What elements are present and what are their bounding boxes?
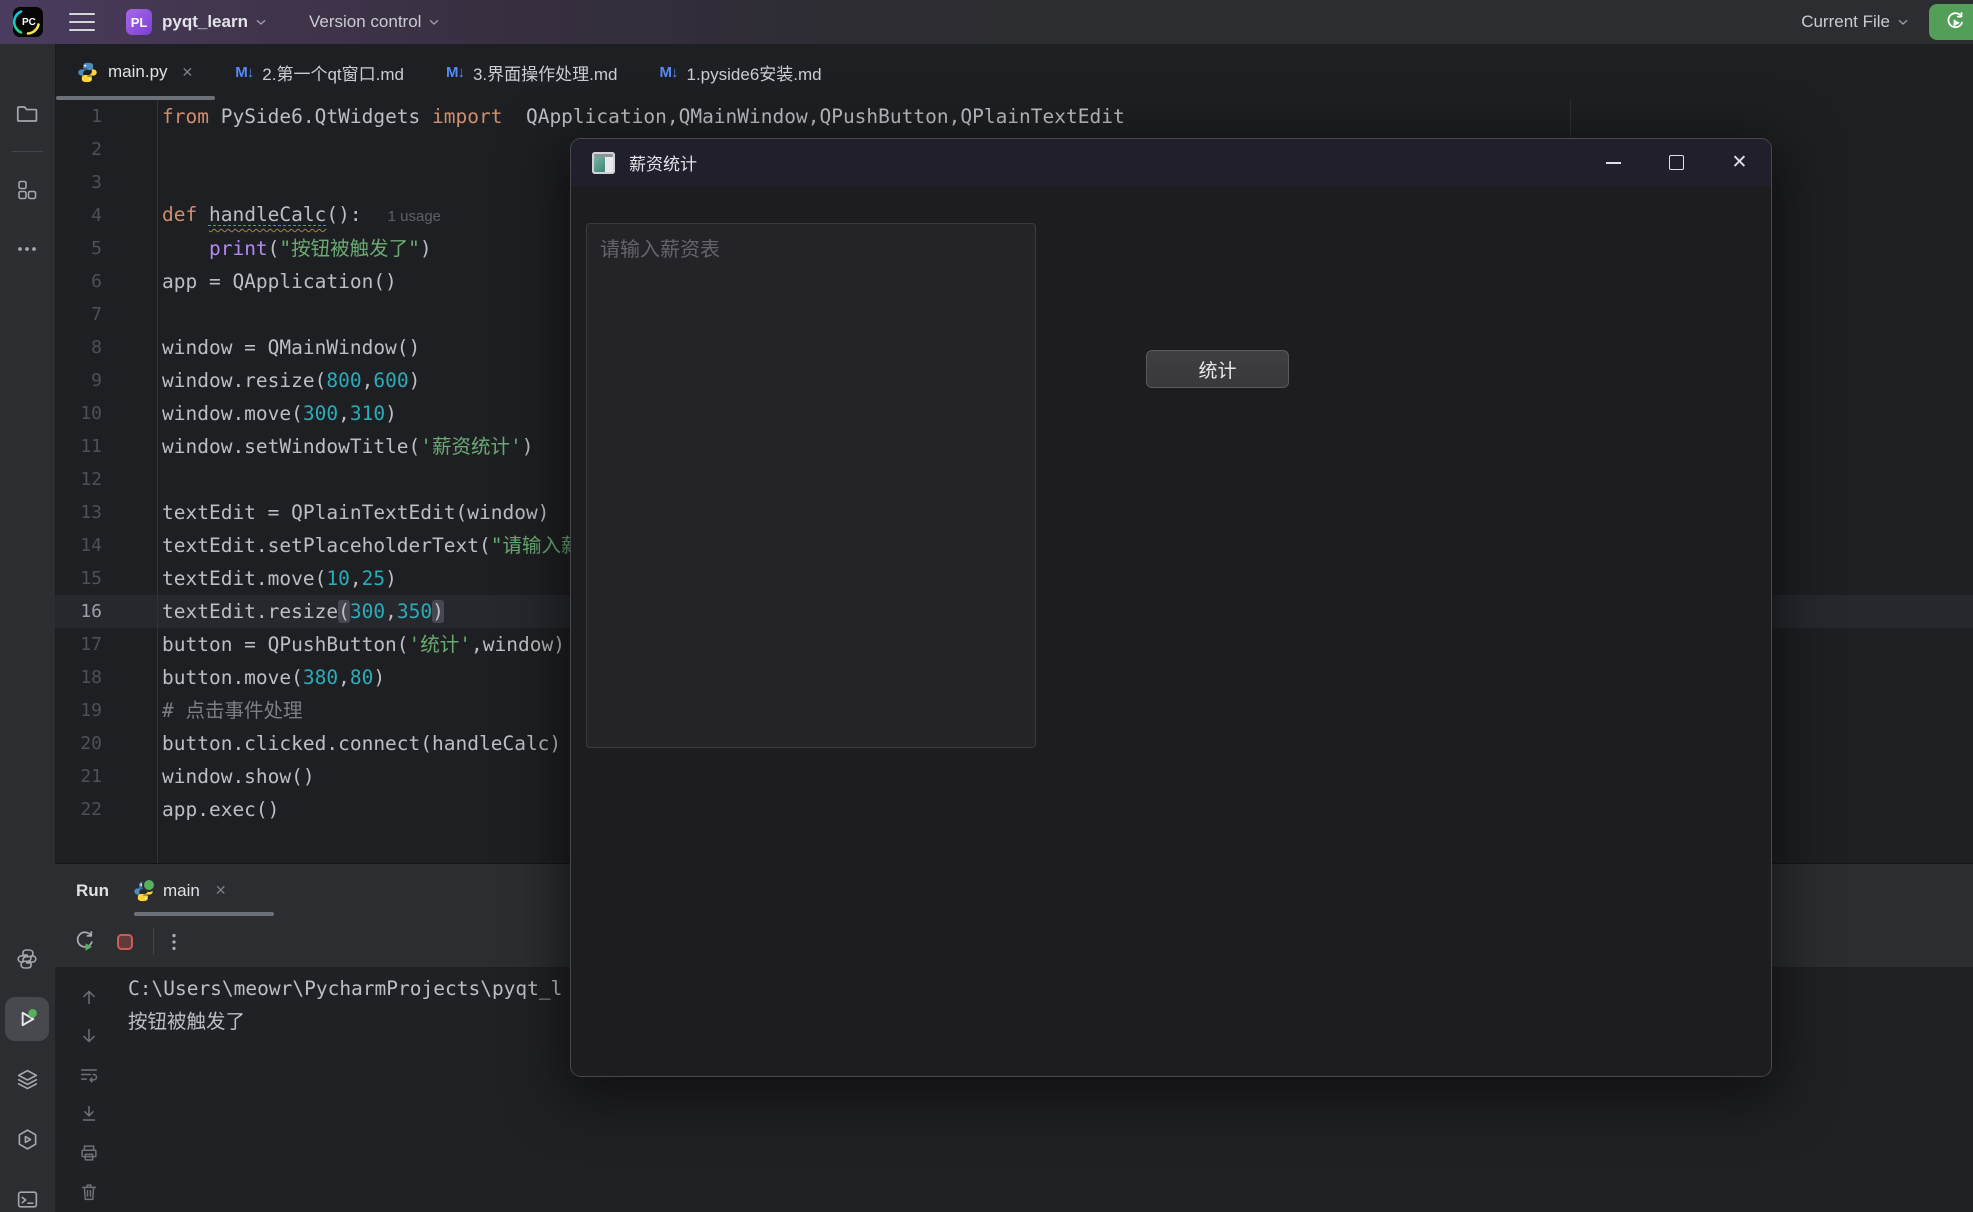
line-number: 10 [55, 403, 102, 424]
line-number: 21 [55, 766, 102, 787]
run-configuration-selector[interactable]: Current File [1801, 12, 1890, 32]
minimize-button[interactable] [1582, 139, 1645, 186]
stripe-divider [12, 151, 43, 152]
run-panel-title: Run [76, 864, 109, 917]
qt-plaintextedit[interactable]: 请输入薪资表 [586, 223, 1036, 748]
soft-wrap-icon[interactable] [78, 1064, 100, 1086]
tab-label: 1.pyside6安装.md [687, 60, 822, 85]
editor-tab[interactable]: M↓ 1.pyside6安装.md [640, 44, 844, 100]
printer-icon[interactable] [78, 1142, 100, 1164]
chevron-down-icon[interactable] [1895, 14, 1911, 30]
line-number: 13 [55, 502, 102, 523]
qt-window-title: 薪资统计 [629, 150, 697, 175]
line-number: 11 [55, 436, 102, 457]
layers-icon[interactable] [5, 1057, 49, 1101]
python-icon [76, 61, 99, 84]
more-vertical-icon[interactable] [161, 929, 186, 954]
markdown-icon: M↓ [235, 64, 253, 81]
pycharm-logo-icon: PC [13, 7, 43, 37]
scroll-to-end-icon[interactable] [78, 1103, 100, 1125]
line-number: 5 [55, 238, 102, 259]
tab-label: main.py [108, 62, 168, 82]
arrow-down-icon[interactable] [78, 1025, 100, 1047]
version-control-menu[interactable]: Version control [309, 12, 421, 32]
run-tab-main[interactable]: main ✕ [132, 864, 227, 917]
editor-tab[interactable]: main.py ✕ [56, 44, 215, 100]
running-indicator-dot [142, 878, 156, 892]
python-run-icon [132, 880, 154, 902]
tab-label: 2.第一个qt窗口.md [262, 60, 404, 85]
maximize-button[interactable] [1645, 139, 1708, 186]
grid-icon[interactable] [5, 168, 49, 212]
gutter-separator [157, 100, 158, 863]
close-icon[interactable]: ✕ [215, 882, 227, 899]
run-tab-label: main [163, 881, 200, 901]
line-number: 8 [55, 337, 102, 358]
console-line: 按钮被触发了 [128, 1005, 562, 1038]
line-number: 14 [55, 535, 102, 556]
line-number: 16 [55, 601, 102, 622]
run-button[interactable] [1929, 4, 1973, 40]
console-output: C:\Users\meowr\PycharmProjects\pyqt_l按钮被… [128, 972, 562, 1038]
code-line: 1from PySide6.QtWidgets import QApplicat… [55, 100, 1973, 133]
editor-tab[interactable]: M↓ 3.界面操作处理.md [426, 44, 640, 100]
line-number: 17 [55, 634, 102, 655]
tool-window-stripe [0, 44, 56, 1212]
trash-icon[interactable] [78, 1181, 100, 1203]
rerun-icon[interactable] [72, 929, 97, 954]
stop-icon[interactable] [112, 929, 137, 954]
run-play-icon[interactable] [5, 997, 49, 1041]
toolbar-separator [153, 928, 154, 955]
hamburger-menu-icon[interactable] [69, 13, 95, 31]
textedit-placeholder: 请输入薪资表 [600, 233, 1022, 262]
terminal-icon[interactable] [5, 1177, 49, 1212]
line-number: 15 [55, 568, 102, 589]
folder-icon[interactable] [5, 92, 49, 136]
qt-window-body: 请输入薪资表 统计 [571, 186, 1771, 1077]
line-number: 3 [55, 172, 102, 193]
close-button[interactable]: ✕ [1708, 139, 1771, 186]
qt-window-icon [592, 152, 615, 174]
console-line: C:\Users\meowr\PycharmProjects\pyqt_l [128, 972, 562, 1005]
line-number: 4 [55, 205, 102, 226]
tab-label: 3.界面操作处理.md [473, 60, 618, 85]
svg-text:PC: PC [22, 17, 36, 28]
line-number: 9 [55, 370, 102, 391]
close-icon[interactable]: ✕ [182, 64, 194, 81]
hexagon-play-icon[interactable] [5, 1117, 49, 1161]
chevron-down-icon[interactable] [426, 14, 442, 30]
main-titlebar: PC PL pyqt_learn Version control Current… [0, 0, 1973, 44]
markdown-icon: M↓ [446, 64, 464, 81]
editor-tab[interactable]: M↓ 2.第一个qt窗口.md [215, 44, 426, 100]
line-number: 6 [55, 271, 102, 292]
line-number: 2 [55, 139, 102, 160]
line-number: 18 [55, 667, 102, 688]
markdown-icon: M↓ [660, 64, 678, 81]
python-outline-icon[interactable] [5, 937, 49, 981]
editor-tabs: main.py ✕ M↓ 2.第一个qt窗口.md M↓ 3.界面操作处理.md M↓ 1.p… [56, 44, 1973, 100]
line-number: 20 [55, 733, 102, 754]
pycharm-window: PC PL pyqt_learn Version control Current… [0, 0, 1973, 1212]
line-number: 1 [55, 106, 102, 127]
line-number: 7 [55, 304, 102, 325]
qt-titlebar[interactable]: 薪资统计 ✕ [571, 139, 1771, 186]
qt-stat-button[interactable]: 统计 [1146, 350, 1289, 388]
chevron-down-icon[interactable] [253, 14, 269, 30]
line-number: 19 [55, 700, 102, 721]
arrow-up-icon[interactable] [78, 986, 100, 1008]
line-number: 22 [55, 799, 102, 820]
project-badge[interactable]: PL [126, 9, 152, 35]
qt-app-window[interactable]: 薪资统计 ✕ 请输入薪资表 统计 [570, 138, 1772, 1077]
project-name[interactable]: pyqt_learn [162, 12, 248, 32]
line-number: 12 [55, 469, 102, 490]
console-toolbar [55, 967, 122, 1212]
more-horizontal-icon[interactable] [5, 227, 49, 271]
